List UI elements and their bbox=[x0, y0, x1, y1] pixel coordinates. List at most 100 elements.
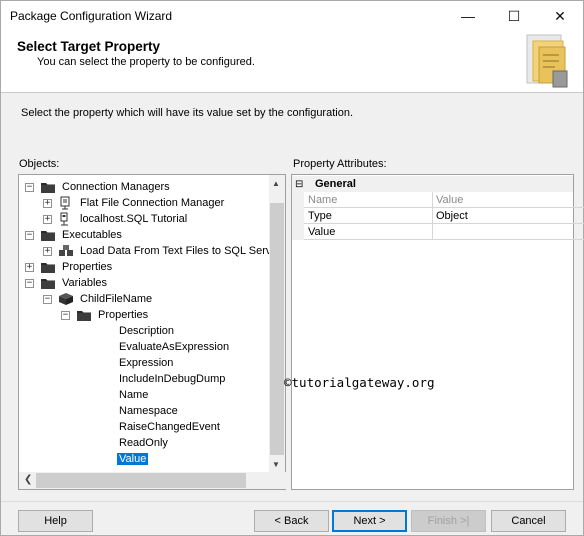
tree-node[interactable]: + Flat File Connection Manager bbox=[43, 195, 226, 211]
grid-row-name: Value bbox=[304, 224, 433, 240]
flat-file-icon bbox=[58, 196, 74, 210]
help-button[interactable]: Help bbox=[18, 510, 93, 532]
scroll-down-icon[interactable]: ▼ bbox=[272, 460, 280, 469]
property-grid[interactable]: ⊟ General Name Value Type Object Value bbox=[291, 174, 584, 490]
collapse-icon[interactable]: − bbox=[25, 230, 34, 240]
page-title: Select Target Property bbox=[17, 39, 161, 54]
expand-icon[interactable]: + bbox=[25, 262, 34, 272]
next-button[interactable]: Next > bbox=[332, 510, 407, 532]
window-title: Package Configuration Wizard bbox=[10, 9, 173, 23]
scroll-left-icon[interactable]: ❮ bbox=[24, 474, 32, 485]
grid-category-label: General bbox=[315, 178, 356, 190]
tree-node-label[interactable]: Connection Managers bbox=[60, 181, 172, 193]
wizard-header: Select Target Property You can select th… bbox=[1, 31, 583, 93]
tree-node-label[interactable]: ReadOnly bbox=[117, 437, 170, 449]
grid-row[interactable]: Name Value bbox=[304, 192, 584, 208]
collapse-icon[interactable]: − bbox=[25, 182, 34, 192]
tree-node-label[interactable]: Variables bbox=[60, 277, 109, 289]
collapse-icon[interactable]: − bbox=[25, 278, 34, 288]
finish-button: Finish >| bbox=[411, 510, 486, 532]
maximize-icon: ☐ bbox=[507, 7, 521, 24]
tree-node[interactable]: − Variables bbox=[25, 275, 109, 291]
wizard-graphic-icon bbox=[526, 34, 568, 88]
tree-node-label[interactable]: localhost.SQL Tutorial bbox=[78, 213, 189, 225]
collapse-icon[interactable]: ⊟ bbox=[292, 179, 306, 190]
collapse-icon[interactable]: − bbox=[61, 310, 70, 320]
wizard-window: Package Configuration Wizard — ☐ ✕ Selec… bbox=[0, 0, 584, 536]
tree-node[interactable]: − Executables bbox=[25, 227, 124, 243]
close-button[interactable]: ✕ bbox=[537, 1, 583, 31]
grid-gutter bbox=[292, 192, 304, 240]
objects-tree[interactable]: − Connection Managers + Flat File Connectio… bbox=[18, 174, 288, 490]
variable-icon bbox=[58, 292, 74, 306]
instruction-text: Select the property which will have its … bbox=[21, 107, 354, 119]
tree-node[interactable]: − Connection Managers bbox=[25, 179, 172, 195]
tree-node[interactable]: Value bbox=[117, 451, 149, 467]
tree-node[interactable]: + Properties bbox=[25, 259, 114, 275]
footer-divider bbox=[1, 501, 583, 502]
collapse-icon[interactable]: − bbox=[43, 294, 52, 304]
tree-node-label[interactable]: IncludeInDebugDump bbox=[117, 373, 227, 385]
tree-node-label[interactable]: EvaluateAsExpression bbox=[117, 341, 231, 353]
scroll-up-icon[interactable]: ▲ bbox=[272, 179, 280, 188]
expand-icon[interactable]: + bbox=[43, 246, 52, 256]
grid-row-name: Type bbox=[304, 208, 433, 224]
grid-row[interactable]: Type Object bbox=[304, 208, 584, 224]
tree-node-label[interactable]: RaiseChangedEvent bbox=[117, 421, 222, 433]
tree-node[interactable]: + Load Data From Text Files to SQL Serve bbox=[43, 243, 279, 259]
expand-icon[interactable]: + bbox=[43, 214, 52, 224]
title-bar: Package Configuration Wizard — ☐ ✕ bbox=[1, 1, 583, 31]
page-subtitle: You can select the property to be config… bbox=[37, 56, 255, 68]
folder-icon bbox=[40, 180, 56, 194]
watermark: ©tutorialgateway.org bbox=[284, 375, 435, 390]
scrollbar-thumb[interactable] bbox=[270, 203, 284, 455]
tree-node-label[interactable]: Executables bbox=[60, 229, 124, 241]
tree-node[interactable]: ReadOnly bbox=[117, 435, 170, 451]
tree-node[interactable]: Description bbox=[117, 323, 176, 339]
data-flow-task-icon bbox=[58, 244, 74, 258]
tree-node-label[interactable]: Load Data From Text Files to SQL Serve bbox=[78, 245, 279, 257]
folder-icon bbox=[40, 228, 56, 242]
horizontal-scrollbar-thumb[interactable] bbox=[36, 473, 246, 488]
tree-node-label[interactable]: Expression bbox=[117, 357, 175, 369]
folder-icon bbox=[76, 308, 92, 322]
grid-row-value[interactable] bbox=[433, 224, 584, 240]
tree-node-label[interactable]: Value bbox=[117, 453, 149, 465]
vertical-scrollbar[interactable]: ▲ ▼ bbox=[269, 175, 285, 472]
folder-icon bbox=[40, 260, 56, 274]
expand-icon[interactable]: + bbox=[43, 198, 52, 208]
database-connection-icon bbox=[58, 212, 74, 226]
cancel-button[interactable]: Cancel bbox=[491, 510, 566, 532]
tree-node[interactable]: Namespace bbox=[117, 403, 180, 419]
tree-node[interactable]: EvaluateAsExpression bbox=[117, 339, 231, 355]
minimize-button[interactable]: — bbox=[445, 1, 491, 31]
tree-node[interactable]: IncludeInDebugDump bbox=[117, 371, 227, 387]
tree-node[interactable]: − ChildFileName bbox=[43, 291, 154, 307]
tree-node[interactable]: Name bbox=[117, 387, 150, 403]
tree-node-label[interactable]: Properties bbox=[96, 309, 150, 321]
property-attributes-label: Property Attributes: bbox=[293, 158, 387, 170]
grid-row-name: Name bbox=[304, 192, 433, 208]
tree-node[interactable]: RaiseChangedEvent bbox=[117, 419, 222, 435]
tree-node-label[interactable]: Description bbox=[117, 325, 176, 337]
grid-row-value[interactable]: Object bbox=[433, 208, 584, 224]
objects-label: Objects: bbox=[19, 158, 60, 170]
grid-category-general[interactable]: ⊟ General bbox=[292, 176, 573, 192]
tree-node[interactable]: Expression bbox=[117, 355, 175, 371]
tree-node-label[interactable]: Name bbox=[117, 389, 150, 401]
tree-node-label[interactable]: Properties bbox=[60, 261, 114, 273]
horizontal-scrollbar[interactable]: ❮ ❯ bbox=[19, 472, 288, 489]
minimize-icon: — bbox=[461, 8, 475, 24]
folder-icon bbox=[40, 276, 56, 290]
tree-node-label[interactable]: ChildFileName bbox=[78, 293, 154, 305]
grid-row-value[interactable]: Value bbox=[433, 192, 584, 208]
tree-node-label[interactable]: Namespace bbox=[117, 405, 180, 417]
maximize-button[interactable]: ☐ bbox=[491, 1, 537, 31]
grid-row[interactable]: Value bbox=[304, 224, 584, 240]
scroll-corner bbox=[269, 472, 285, 489]
tree-node[interactable]: + localhost.SQL Tutorial bbox=[43, 211, 189, 227]
close-icon: ✕ bbox=[554, 7, 566, 24]
tree-node[interactable]: − Properties bbox=[61, 307, 150, 323]
tree-node-label[interactable]: Flat File Connection Manager bbox=[78, 197, 226, 209]
back-button[interactable]: < Back bbox=[254, 510, 329, 532]
